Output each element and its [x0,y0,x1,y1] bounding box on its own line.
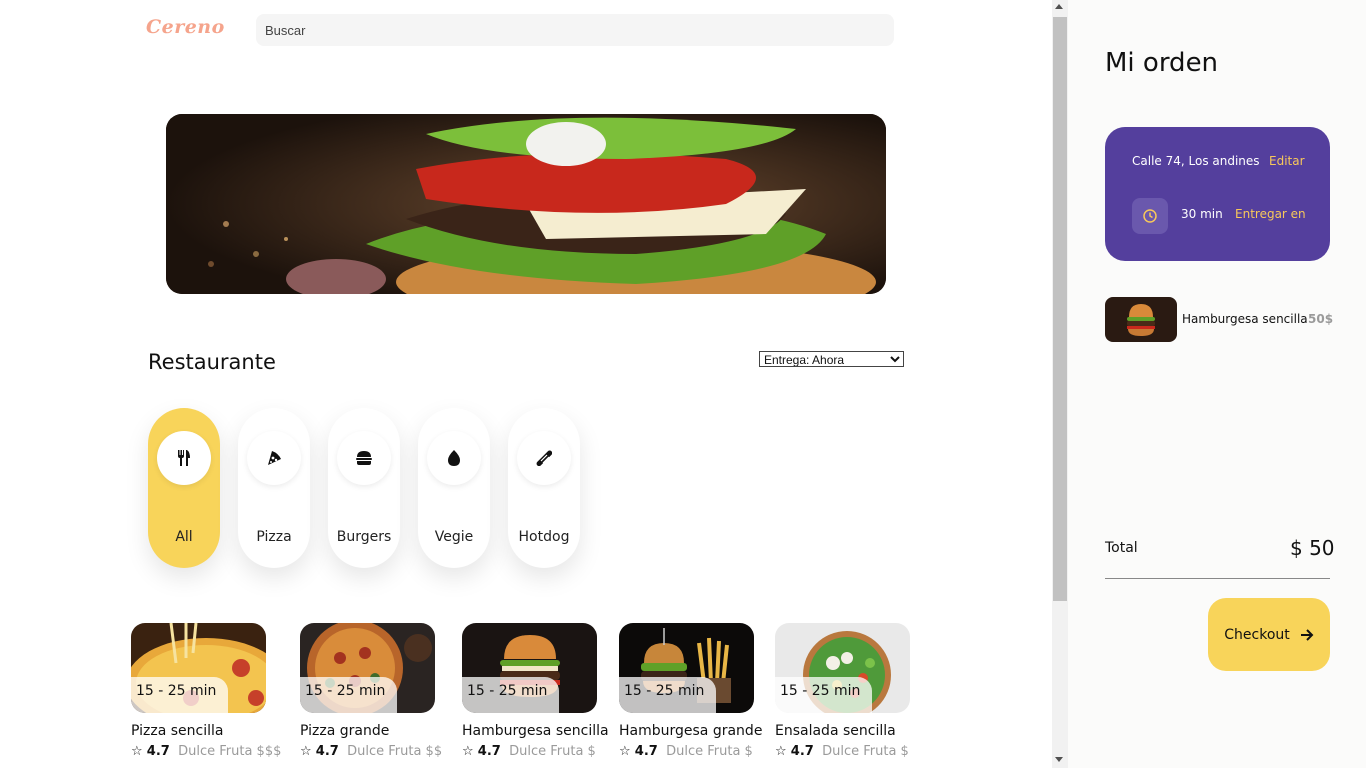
food-image: 15 - 25 min [462,623,597,713]
delivery-card: Calle 74, Los andines Editar 30 min Entr… [1105,127,1330,261]
food-name: Hamburgesa grande [619,723,763,739]
rating: 4.7 [634,744,658,759]
order-item-image [1105,297,1177,342]
food-image: 15 - 25 min [619,623,754,713]
pizza-icon [268,451,281,465]
category-pizza[interactable]: Pizza [238,408,310,568]
arrow-right-icon [1300,628,1314,641]
scrollbar-thumb[interactable] [1053,17,1067,601]
scroll-up-arrow-icon[interactable] [1055,4,1063,9]
category-burgers[interactable]: Burgers [328,408,400,568]
food-card[interactable]: 15 - 25 min Hamburgesa sencilla ☆ 4.7 Du… [462,623,622,759]
delivery-time-badge: 15 - 25 min [131,677,229,713]
delivery-address: Calle 74, Los andines [1132,154,1260,168]
burger-icon [356,451,372,465]
burger-thumb [1105,297,1177,342]
star-icon: ☆ [300,744,312,759]
food-name: Ensalada sencilla [775,723,896,739]
star-icon: ☆ [462,744,474,759]
delivery-time-select[interactable]: Entrega: Ahora [759,351,904,367]
food-name: Pizza grande [300,723,390,739]
food-meta: ☆ 4.7 Dulce Fruta $ [775,744,935,759]
category-hotdog[interactable]: Hotdog [508,408,580,568]
edit-address-link[interactable]: Editar [1269,154,1305,168]
main-content: Cereno Restaurante Entrega: Ahora [0,0,1052,768]
brand-logo[interactable]: Cereno [146,16,225,38]
order-title: Mi orden [1105,48,1219,78]
rating: 4.7 [790,744,814,759]
delivery-time-badge: 15 - 25 min [619,677,717,713]
delivery-time-badge: 15 - 25 min [300,677,398,713]
category-icon-wrap [247,431,301,485]
category-icon-wrap [337,431,391,485]
order-sidebar: Mi orden Calle 74, Los andines Editar 30… [1068,0,1366,768]
hotdog-icon [536,450,552,466]
food-card[interactable]: 15 - 25 min Pizza sencilla ☆ 4.7 Dulce F… [131,623,291,759]
food-meta: ☆ 4.7 Dulce Fruta $ [619,744,779,759]
food-name: Hamburgesa sencilla [462,723,609,739]
rating: 4.7 [146,744,170,759]
clock-icon [1143,209,1157,223]
burger-hero-image [166,114,886,294]
egg-icon [448,450,460,466]
total-value: $ 50 [1290,536,1335,560]
delivery-time-badge: 15 - 25 min [462,677,560,713]
fork-knife-icon [178,450,190,466]
food-image: 15 - 25 min [300,623,435,713]
order-item-price: 50$ [1308,312,1334,326]
star-icon: ☆ [775,744,787,759]
star-icon: ☆ [131,744,143,759]
hero-banner [166,114,886,294]
category-label: Hotdog [518,529,570,545]
category-label: Burgers [336,529,392,545]
category-vegie[interactable]: Vegie [418,408,490,568]
total-label: Total [1105,540,1138,556]
checkout-button[interactable]: Checkout [1208,598,1330,671]
category-all[interactable]: All [148,408,220,568]
food-image: 15 - 25 min [131,623,266,713]
search-input[interactable] [256,14,894,46]
section-title: Restaurante [148,350,276,374]
food-meta: ☆ 4.7 Dulce Fruta $$$ [131,744,291,759]
order-item-name: Hamburgesa sencilla [1182,312,1308,326]
food-image: 15 - 25 min [775,623,910,713]
tags: Dulce Fruta $ [822,744,909,759]
category-label: Vegie [434,529,474,545]
order-line-item: Hamburgesa sencilla 50$ [1105,297,1335,343]
category-icon-wrap [427,431,481,485]
tags: Dulce Fruta $ [509,744,596,759]
rating: 4.7 [315,744,339,759]
food-card[interactable]: 15 - 25 min Hamburgesa grande ☆ 4.7 Dulc… [619,623,779,759]
delivery-time: 30 min [1181,207,1223,221]
food-meta: ☆ 4.7 Dulce Fruta $$ [300,744,460,759]
clock-icon-box [1132,198,1168,234]
tags: Dulce Fruta $$ [347,744,443,759]
tags: Dulce Fruta $$$ [178,744,282,759]
total-divider [1105,578,1330,579]
food-card[interactable]: 15 - 25 min Pizza grande ☆ 4.7 Dulce Fru… [300,623,460,759]
checkout-label: Checkout [1224,626,1290,643]
food-card[interactable]: 15 - 25 min Ensalada sencilla ☆ 4.7 Dulc… [775,623,935,759]
star-icon: ☆ [619,744,631,759]
tags: Dulce Fruta $ [666,744,753,759]
food-meta: ☆ 4.7 Dulce Fruta $ [462,744,622,759]
category-icon-wrap [517,431,571,485]
scroll-down-arrow-icon[interactable] [1055,757,1063,762]
category-icon-wrap [157,431,211,485]
delivery-time-badge: 15 - 25 min [775,677,873,713]
deliver-at-link[interactable]: Entregar en [1235,207,1306,221]
food-name: Pizza sencilla [131,723,224,739]
rating: 4.7 [477,744,501,759]
category-label: Pizza [256,529,292,545]
category-label: All [175,529,193,545]
